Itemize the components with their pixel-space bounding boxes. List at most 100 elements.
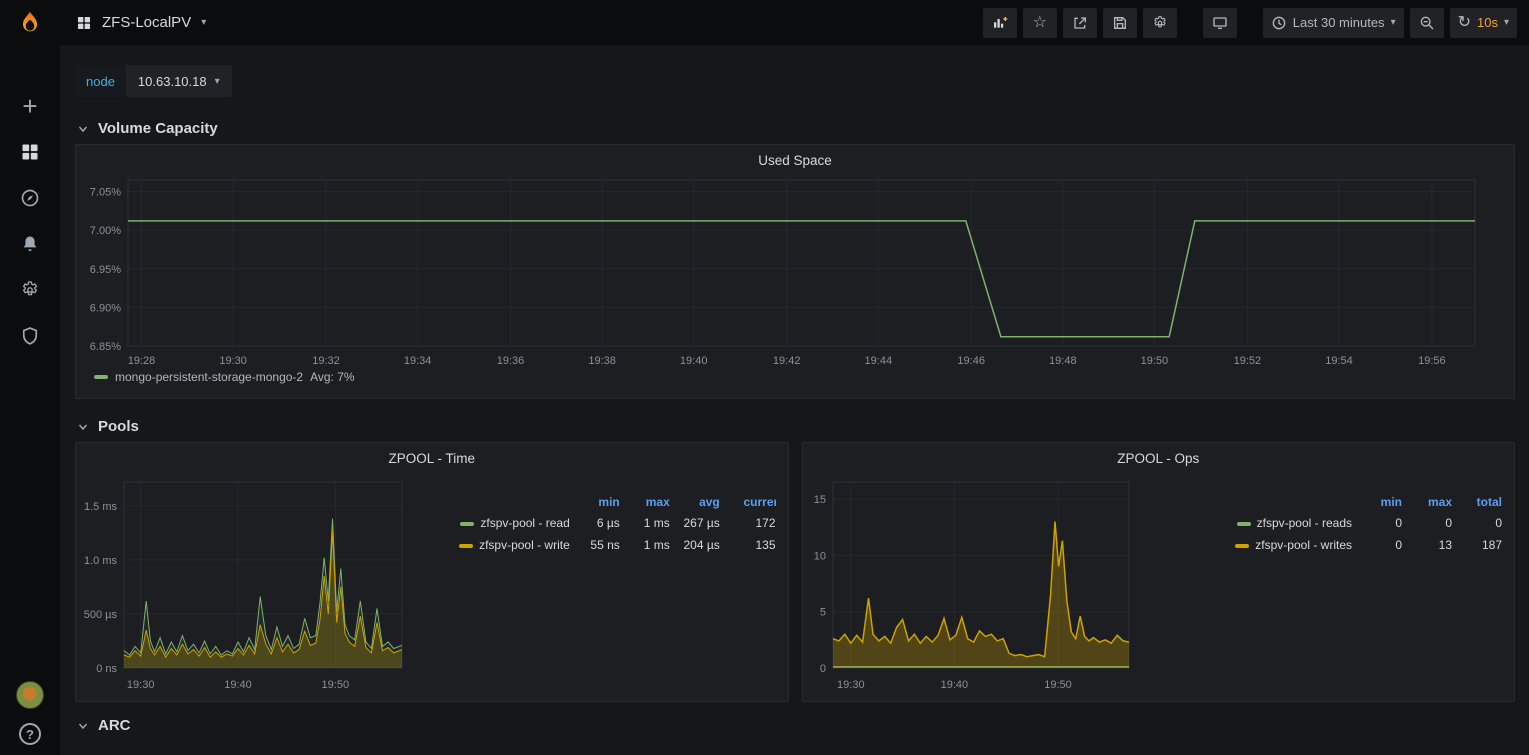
svg-text:19:30: 19:30: [127, 679, 155, 691]
refresh-icon: ↻: [1458, 15, 1471, 31]
chevron-down-icon: ▾: [201, 17, 206, 28]
sidebar-item-server-admin[interactable]: [19, 325, 41, 347]
time-range-picker[interactable]: Last 30 minutes ▾: [1263, 8, 1404, 38]
series-label[interactable]: zfspv-pool - read: [420, 512, 575, 534]
used-space-chart[interactable]: 6.85%6.90%6.95%7.00%7.05%19:2819:3019:32…: [76, 170, 1514, 370]
legend-value: 135: [726, 534, 782, 556]
svg-text:19:46: 19:46: [957, 355, 985, 367]
share-button[interactable]: [1063, 8, 1097, 38]
series-label[interactable]: zfspv-pool - reads: [1147, 512, 1358, 534]
sidebar: +: [0, 0, 60, 755]
sidebar-item-alerting[interactable]: [19, 233, 41, 255]
svg-text:19:48: 19:48: [1049, 355, 1077, 367]
series-swatch-green: [94, 375, 108, 379]
legend-value: 1 ms: [626, 534, 676, 556]
sidebar-item-explore[interactable]: [19, 187, 41, 209]
star-button[interactable]: ☆: [1023, 8, 1057, 38]
grafana-logo[interactable]: [0, 0, 60, 45]
dashboard-settings-button[interactable]: [1143, 8, 1177, 38]
help-icon[interactable]: ?: [19, 723, 41, 745]
legend-header-min[interactable]: min: [576, 492, 626, 512]
series-avg-value: Avg: 7%: [310, 370, 354, 384]
panel-zpool-ops: ZPOOL - Ops 05101519:3019:4019:50 min ma…: [802, 442, 1516, 702]
legend-header-max[interactable]: max: [1408, 492, 1458, 512]
zoom-out-button[interactable]: [1410, 8, 1444, 38]
svg-text:6.90%: 6.90%: [90, 302, 121, 314]
variable-node-select[interactable]: 10.63.10.18 ▾: [126, 65, 232, 97]
svg-text:19:30: 19:30: [837, 679, 865, 691]
series-label[interactable]: zfspv-pool - write: [420, 534, 575, 556]
sidebar-item-create[interactable]: +: [19, 95, 41, 117]
series-label[interactable]: zfspv-pool - writes: [1147, 534, 1358, 556]
refresh-button[interactable]: ↻ 10s ▾: [1450, 8, 1517, 38]
gear-icon: [20, 280, 40, 300]
cycle-view-button[interactable]: [1203, 8, 1237, 38]
user-avatar[interactable]: [16, 681, 44, 709]
row-volume-capacity[interactable]: Volume Capacity: [75, 115, 1515, 144]
svg-text:19:32: 19:32: [312, 355, 340, 367]
sidebar-item-dashboards[interactable]: [19, 141, 41, 163]
template-variables: node 10.63.10.18 ▾: [75, 65, 1515, 97]
zpool-ops-chart[interactable]: 05101519:3019:4019:50: [803, 468, 1137, 694]
legend-value: 0: [1458, 512, 1508, 534]
refresh-interval-label: 10s: [1477, 15, 1498, 30]
svg-text:5: 5: [819, 607, 825, 619]
legend-value: 0: [1408, 512, 1458, 534]
chevron-down-icon: ▾: [1504, 17, 1509, 28]
svg-text:6.95%: 6.95%: [90, 264, 121, 276]
used-space-legend[interactable]: mongo-persistent-storage-mongo-2 Avg: 7%: [94, 370, 1514, 384]
svg-text:0: 0: [819, 663, 825, 675]
bell-icon: [20, 234, 40, 254]
grafana-app: +: [0, 0, 1529, 755]
save-button[interactable]: [1103, 8, 1137, 38]
row-pools[interactable]: Pools: [75, 413, 1515, 442]
clock-icon: [1271, 15, 1287, 31]
sidebar-bottom: ?: [16, 681, 44, 755]
svg-text:19:34: 19:34: [404, 355, 432, 367]
legend-value: 55 ns: [576, 534, 626, 556]
legend-row-read: zfspv-pool - read 6 µs 1 ms 267 µs 172: [420, 512, 781, 534]
legend-row-writes: zfspv-pool - writes 0 13 187: [1147, 534, 1508, 556]
grafana-flame-icon: [17, 10, 43, 36]
series-swatch-yellow: [459, 544, 473, 548]
panel-title[interactable]: ZPOOL - Ops: [803, 443, 1515, 468]
chevron-down-icon: [77, 720, 89, 732]
row-title: ARC: [98, 717, 131, 734]
svg-text:19:38: 19:38: [588, 355, 616, 367]
dashboard-content: node 10.63.10.18 ▾ Volume Capacity Used …: [60, 45, 1529, 755]
add-panel-button[interactable]: [983, 8, 1017, 38]
dashboards-grid-icon: [20, 142, 40, 162]
series-swatch-green: [460, 522, 474, 526]
svg-text:1.5 ms: 1.5 ms: [84, 501, 118, 513]
panel-title[interactable]: Used Space: [76, 145, 1514, 170]
legend-header-min[interactable]: min: [1358, 492, 1408, 512]
zoom-out-icon: [1419, 15, 1435, 31]
series-label: mongo-persistent-storage-mongo-2: [115, 370, 303, 384]
svg-text:500 µs: 500 µs: [84, 609, 118, 621]
save-icon: [1112, 15, 1128, 31]
sidebar-item-configuration[interactable]: [19, 279, 41, 301]
svg-text:6.85%: 6.85%: [90, 341, 121, 353]
row-arc[interactable]: ARC: [75, 712, 1515, 741]
panel-title[interactable]: ZPOOL - Time: [76, 443, 788, 468]
legend-header-current[interactable]: current: [726, 492, 782, 512]
legend-header-max[interactable]: max: [626, 492, 676, 512]
zpool-time-chart[interactable]: 0 ns500 µs1.0 ms1.5 ms19:3019:4019:50: [76, 468, 410, 694]
monitor-icon: [1212, 15, 1228, 31]
shield-icon: [20, 326, 40, 346]
legend-row-write: zfspv-pool - write 55 ns 1 ms 204 µs 135: [420, 534, 781, 556]
series-swatch-green: [1237, 522, 1251, 526]
star-icon: ☆: [1033, 15, 1047, 31]
legend-header-avg[interactable]: avg: [676, 492, 726, 512]
panel-zpool-time: ZPOOL - Time 0 ns500 µs1.0 ms1.5 ms19:30…: [75, 442, 789, 702]
svg-text:19:28: 19:28: [128, 355, 156, 367]
svg-text:7.00%: 7.00%: [90, 225, 121, 237]
svg-text:1.0 ms: 1.0 ms: [84, 555, 118, 567]
svg-text:19:50: 19:50: [1141, 355, 1169, 367]
dashboard-title-group[interactable]: ZFS-LocalPV ▾: [76, 14, 206, 31]
svg-text:19:30: 19:30: [219, 355, 247, 367]
legend-value: 204 µs: [676, 534, 726, 556]
legend-header-total[interactable]: total: [1458, 492, 1508, 512]
legend-value: 13: [1408, 534, 1458, 556]
panel-used-space: Used Space 6.85%6.90%6.95%7.00%7.05%19:2…: [75, 144, 1515, 399]
